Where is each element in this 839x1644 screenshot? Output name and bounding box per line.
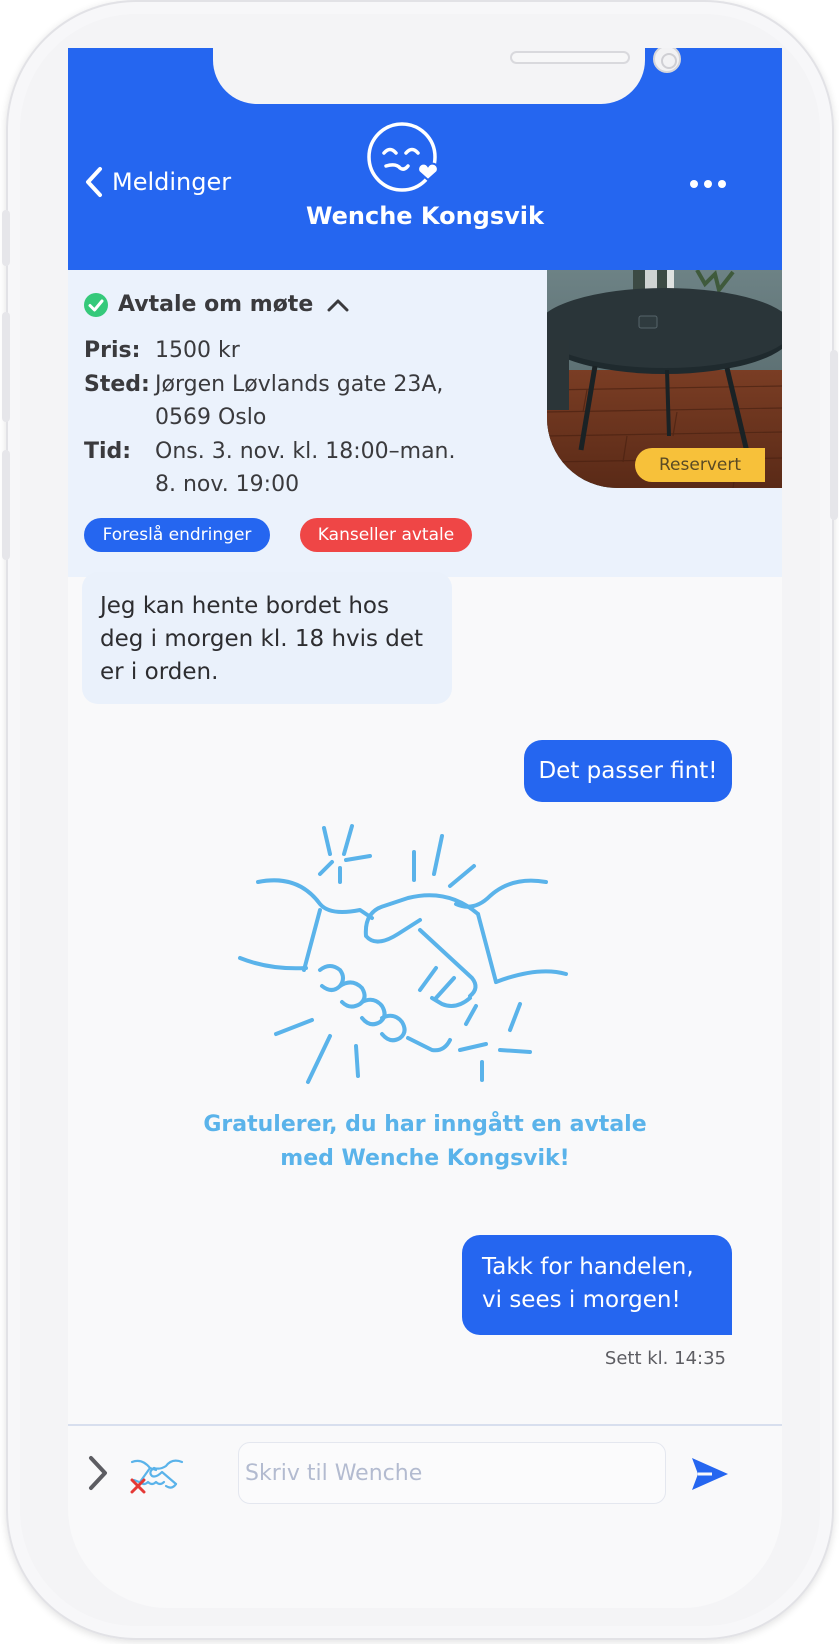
chevron-left-icon [86, 167, 102, 197]
side-button [2, 312, 10, 422]
time-line-2: 8. nov. 19:00 [155, 472, 300, 497]
item-photo[interactable]: Reservert [547, 270, 782, 488]
chevron-up-icon [327, 299, 349, 311]
deal-confirmation-text: Gratulerer, du har inngått en avtale med… [68, 1108, 782, 1176]
phone-notch [213, 48, 681, 104]
price-value: 1500 kr [155, 338, 240, 363]
more-options-button[interactable] [686, 176, 730, 192]
congrats-line-2: med Wenche Kongsvik! [280, 1146, 570, 1171]
back-button[interactable]: Meldinger [84, 166, 231, 198]
side-button [830, 350, 838, 520]
chat-header: Meldinger Wenche Kongsvik [68, 48, 782, 270]
deal-title: Avtale om møte [118, 292, 314, 317]
composer-bar [68, 1424, 782, 1608]
send-icon[interactable] [690, 1456, 730, 1492]
more-dots-icon [704, 180, 712, 188]
deal-card: Avtale om møte Pris: 1500 kr Sted: Jørge… [68, 270, 782, 577]
place-label: Sted: [84, 372, 150, 397]
phone-frame: Meldinger Wenche Kongsvik Avtale om møte… [2, 0, 838, 1640]
speaker-grille [510, 51, 630, 64]
status-badge: Reservert [635, 448, 765, 482]
back-label: Meldinger [112, 168, 232, 196]
deal-toggle[interactable]: Avtale om møte [84, 292, 349, 317]
place-line-2: 0569 Oslo [155, 405, 267, 430]
price-label: Pris: [84, 338, 141, 363]
side-button [2, 210, 10, 266]
read-receipt: Sett kl. 14:35 [604, 1348, 726, 1369]
outgoing-message: Det passer fint! [524, 740, 732, 802]
message-input[interactable] [238, 1442, 666, 1504]
congrats-line-1: Gratulerer, du har inngått en avtale [203, 1112, 647, 1137]
place-line-1: Jørgen Løvlands gate 23A, [155, 372, 444, 397]
handshake-illustration [238, 824, 568, 1084]
time-label: Tid: [84, 439, 132, 464]
incoming-message: Jeg kan hente bordet hos deg i morgen kl… [82, 572, 452, 704]
check-circle-icon [84, 292, 108, 317]
suggest-changes-button[interactable]: Foreslå endringer [84, 518, 270, 552]
contact-name: Wenche Kongsvik [306, 202, 544, 230]
side-button [2, 450, 10, 560]
chevron-right-icon[interactable] [86, 1454, 110, 1492]
cancel-deal-button[interactable]: Kanseller avtale [300, 518, 472, 552]
smiley-heart-icon[interactable] [366, 120, 444, 198]
front-camera [653, 48, 681, 73]
more-dots-icon [690, 180, 698, 188]
outgoing-message: Takk for handelen, vi sees i morgen! [462, 1235, 732, 1335]
more-dots-icon [718, 180, 726, 188]
time-line-1: Ons. 3. nov. kl. 18:00–man. [155, 439, 456, 464]
handshake-cancel-icon[interactable] [128, 1454, 186, 1494]
chat-screen: Meldinger Wenche Kongsvik Avtale om møte… [68, 48, 782, 1608]
